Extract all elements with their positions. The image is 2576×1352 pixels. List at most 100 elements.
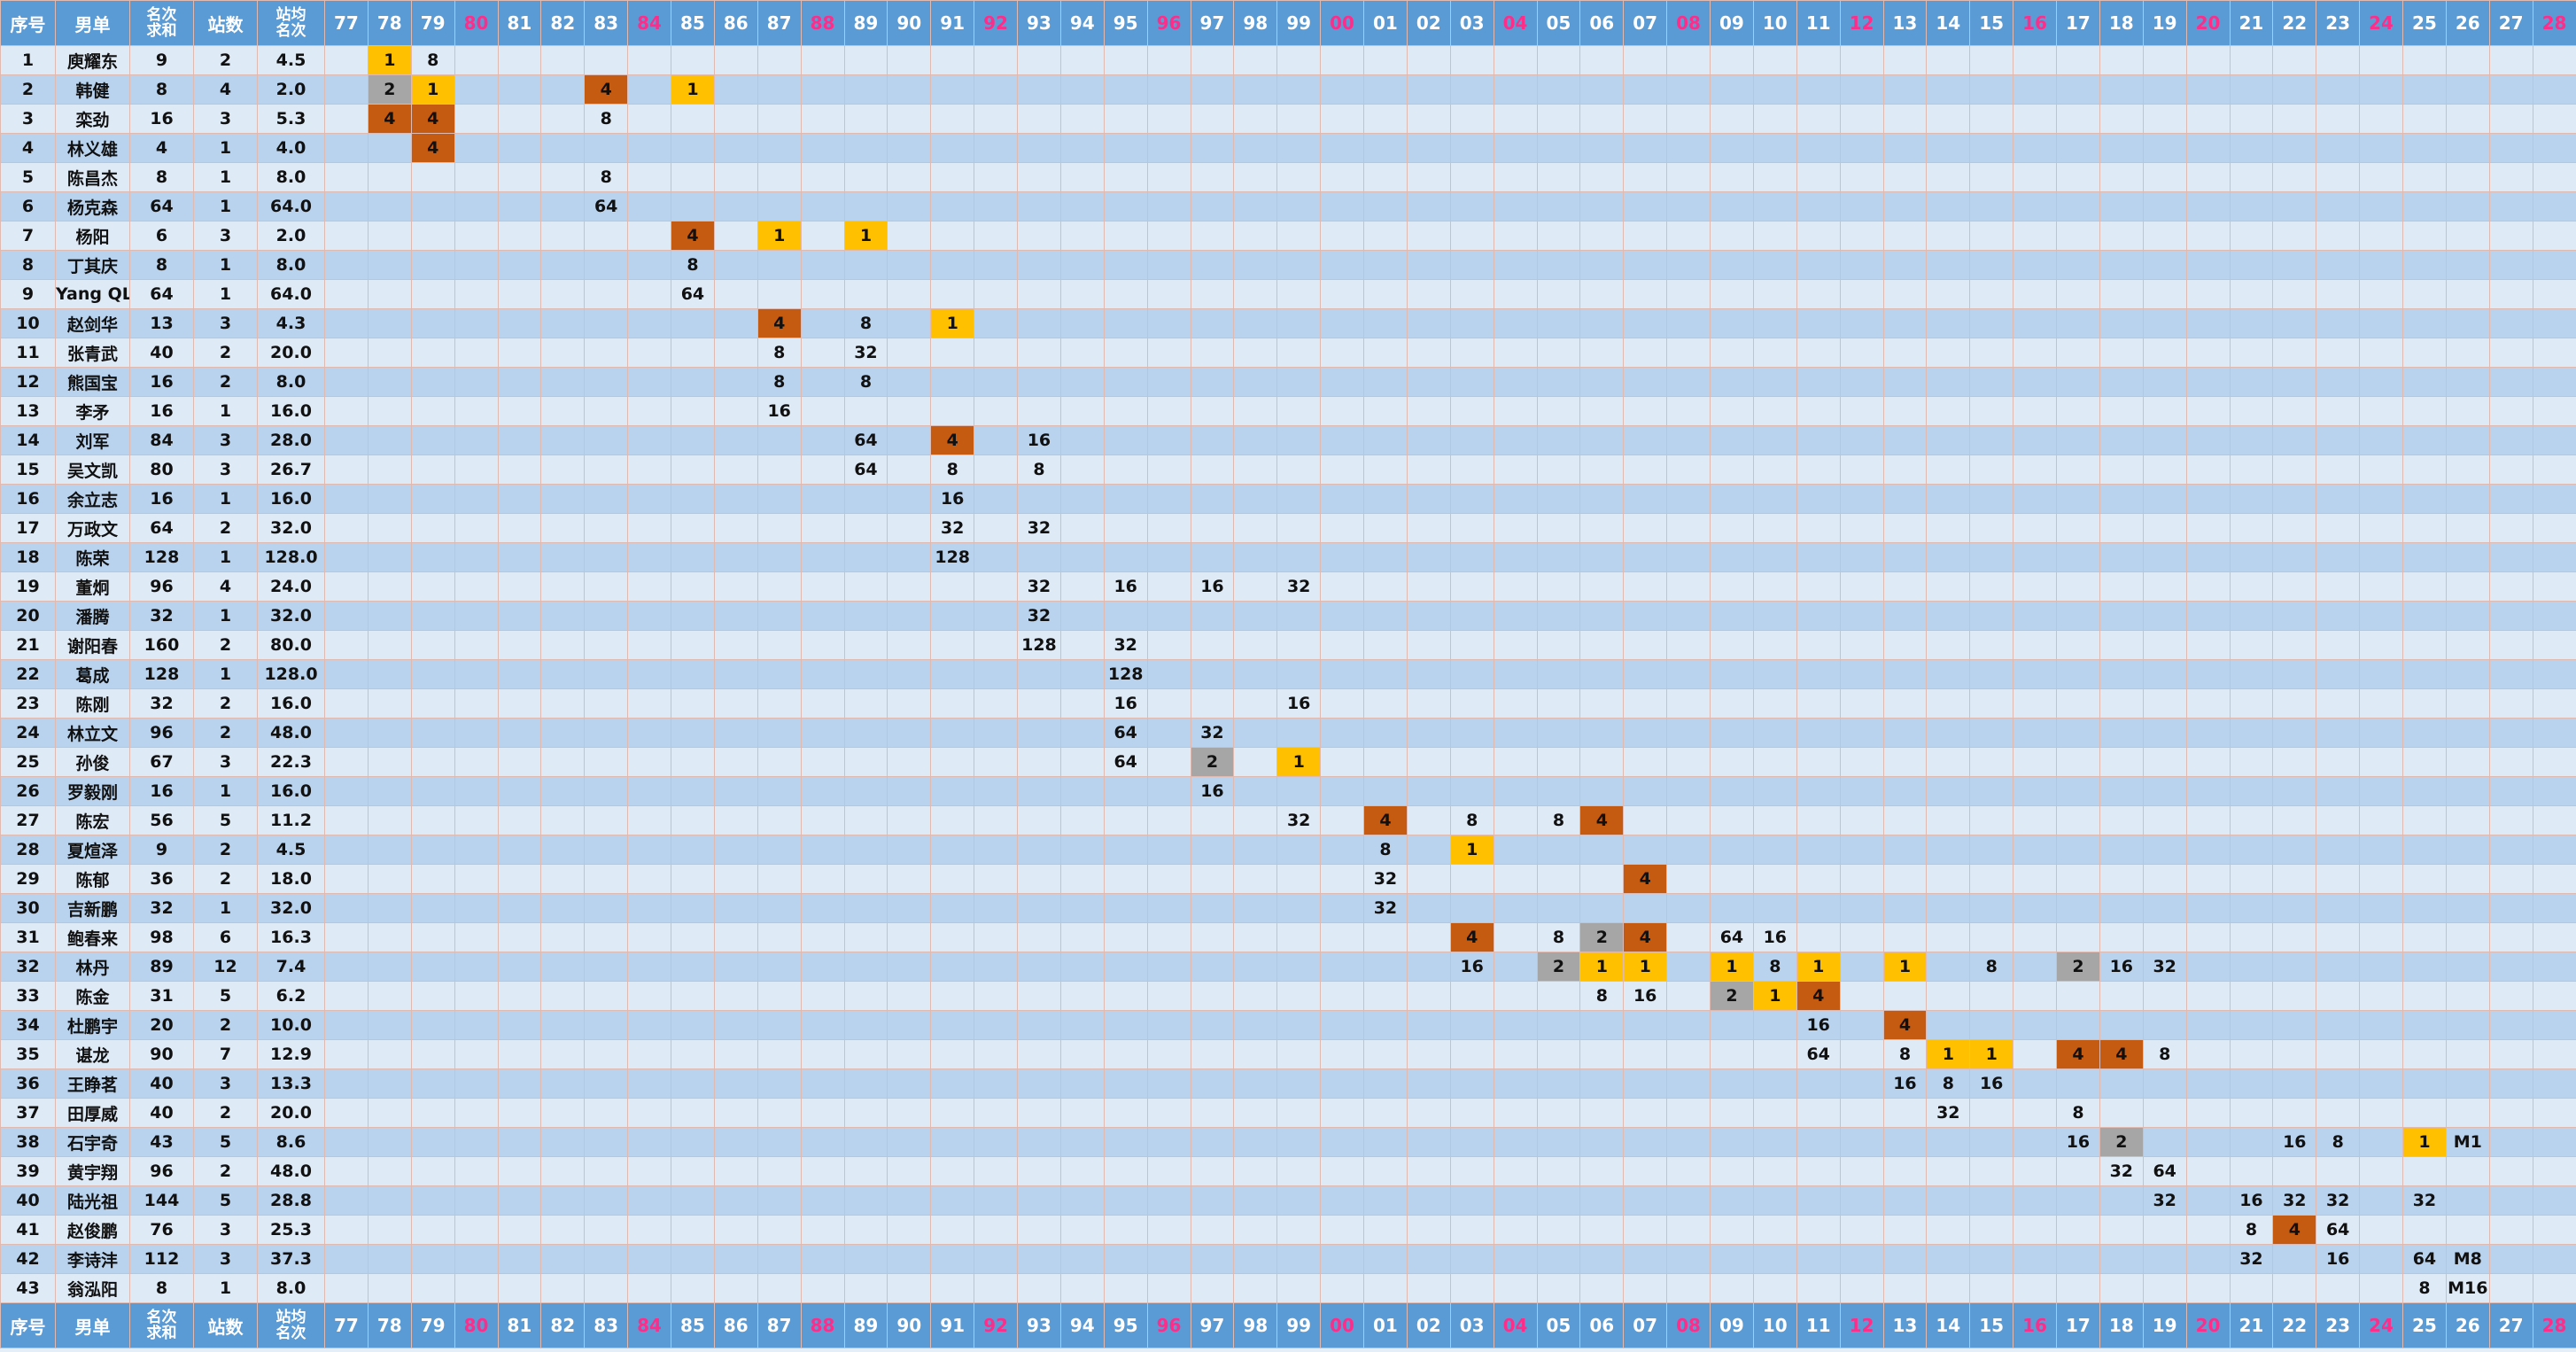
result-cell-22 bbox=[2272, 688, 2317, 719]
result-cell-92 bbox=[974, 45, 1018, 75]
result-cell-77 bbox=[324, 659, 369, 689]
result-cell-01 bbox=[1363, 191, 1408, 221]
result-cell-01: 32 bbox=[1363, 864, 1408, 894]
result-cell-89: 8 bbox=[843, 367, 888, 397]
result-cell-06: 4 bbox=[1579, 805, 1625, 835]
result-cell-08 bbox=[1666, 1156, 1711, 1186]
result-cell-95: 16 bbox=[1103, 571, 1148, 602]
event-count-cell: 7 bbox=[193, 1039, 258, 1069]
result-cell-88 bbox=[800, 835, 845, 865]
result-cell-04 bbox=[1493, 1215, 1538, 1245]
result-cell-26 bbox=[2445, 513, 2490, 543]
result-cell-27 bbox=[2488, 922, 2533, 952]
event-count-footer: 站数 bbox=[193, 1302, 258, 1348]
result-cell-23 bbox=[2316, 484, 2361, 514]
result-cell-04 bbox=[1493, 1098, 1538, 1128]
result-cell-26 bbox=[2445, 279, 2490, 309]
result-cell-99 bbox=[1276, 45, 1322, 75]
player-name-cell: 王睁茗 bbox=[55, 1068, 130, 1099]
result-cell-18 bbox=[2099, 484, 2144, 514]
seq-cell: 21 bbox=[0, 630, 56, 660]
result-cell-24 bbox=[2359, 1010, 2403, 1040]
result-cell-01 bbox=[1363, 104, 1408, 134]
seq-cell: 8 bbox=[0, 250, 56, 280]
result-cell-87 bbox=[757, 747, 802, 777]
result-cell-97 bbox=[1190, 952, 1235, 982]
footer-year-92: 92 bbox=[974, 1302, 1018, 1348]
result-cell-83 bbox=[584, 571, 629, 602]
result-cell-22: 32 bbox=[2272, 1185, 2317, 1216]
result-cell-79 bbox=[410, 425, 455, 455]
header-year-96: 96 bbox=[1146, 0, 1191, 46]
header-year-97: 97 bbox=[1190, 0, 1235, 46]
result-cell-04 bbox=[1493, 338, 1538, 368]
result-cell-91 bbox=[930, 1039, 975, 1069]
result-cell-24 bbox=[2359, 279, 2403, 309]
result-cell-09 bbox=[1710, 1244, 1754, 1274]
table-row: 5 陈昌杰 8 1 8.0 8 bbox=[0, 162, 2576, 192]
result-cell-17 bbox=[2056, 659, 2100, 689]
result-cell-00 bbox=[1320, 396, 1364, 426]
result-cell-78 bbox=[367, 1215, 412, 1245]
header-year-18: 18 bbox=[2099, 0, 2144, 46]
result-cell-06 bbox=[1579, 1273, 1625, 1303]
event-count-cell: 1 bbox=[193, 396, 258, 426]
result-cell-16 bbox=[2013, 308, 2057, 338]
result-cell-13 bbox=[1882, 1098, 1928, 1128]
result-cell-22 bbox=[2272, 425, 2317, 455]
result-cell-19 bbox=[2142, 893, 2187, 923]
result-cell-99 bbox=[1276, 338, 1322, 368]
result-cell-77 bbox=[324, 542, 369, 572]
table-row: 8 丁其庆 8 1 8.0 8 bbox=[0, 250, 2576, 280]
result-cell-25 bbox=[2402, 396, 2447, 426]
result-cell-81 bbox=[497, 1156, 542, 1186]
result-cell-21 bbox=[2229, 1156, 2274, 1186]
result-cell-90 bbox=[887, 864, 932, 894]
result-cell-99 bbox=[1276, 952, 1322, 982]
result-cell-85 bbox=[671, 191, 715, 221]
result-cell-20 bbox=[2185, 162, 2231, 192]
result-cell-90 bbox=[887, 367, 932, 397]
result-cell-28 bbox=[2532, 279, 2576, 309]
result-cell-87 bbox=[757, 1215, 802, 1245]
player-name-cell: 赵俊鹏 bbox=[55, 1215, 130, 1245]
result-cell-28 bbox=[2532, 484, 2576, 514]
result-cell-02 bbox=[1406, 396, 1451, 426]
result-cell-80 bbox=[454, 425, 499, 455]
result-cell-84 bbox=[627, 1039, 671, 1069]
result-cell-99 bbox=[1276, 74, 1322, 105]
result-cell-12 bbox=[1839, 718, 1884, 748]
result-cell-82 bbox=[540, 1068, 586, 1099]
event-count-cell: 5 bbox=[193, 805, 258, 835]
result-cell-15 bbox=[1969, 601, 2014, 631]
result-cell-93 bbox=[1017, 250, 1061, 280]
rank-sum-cell: 98 bbox=[129, 922, 194, 952]
rank-sum-footer: 名次 求和 bbox=[129, 1302, 194, 1348]
result-cell-93 bbox=[1017, 776, 1061, 806]
result-cell-78 bbox=[367, 718, 412, 748]
result-cell-80 bbox=[454, 221, 499, 251]
result-cell-13 bbox=[1882, 338, 1928, 368]
result-cell-96 bbox=[1146, 74, 1191, 105]
avg-rank-cell: 8.0 bbox=[257, 250, 325, 280]
result-cell-90 bbox=[887, 484, 932, 514]
event-count-cell: 3 bbox=[193, 747, 258, 777]
result-cell-27 bbox=[2488, 718, 2533, 748]
result-cell-13 bbox=[1882, 279, 1928, 309]
result-cell-02 bbox=[1406, 659, 1451, 689]
result-cell-26 bbox=[2445, 1215, 2490, 1245]
result-cell-79 bbox=[410, 396, 455, 426]
result-cell-18 bbox=[2099, 104, 2144, 134]
result-cell-25 bbox=[2402, 542, 2447, 572]
result-cell-09 bbox=[1710, 338, 1754, 368]
result-cell-18 bbox=[2099, 571, 2144, 602]
result-cell-98 bbox=[1233, 338, 1278, 368]
result-cell-06 bbox=[1579, 571, 1625, 602]
result-cell-80 bbox=[454, 1156, 499, 1186]
header-year-26: 26 bbox=[2445, 0, 2490, 46]
result-cell-99 bbox=[1276, 484, 1322, 514]
result-cell-02 bbox=[1406, 864, 1451, 894]
result-cell-85 bbox=[671, 776, 715, 806]
table-row: 40 陆光祖 144 5 28.8 32 16 32 32 32 bbox=[0, 1185, 2576, 1216]
result-cell-13 bbox=[1882, 630, 1928, 660]
